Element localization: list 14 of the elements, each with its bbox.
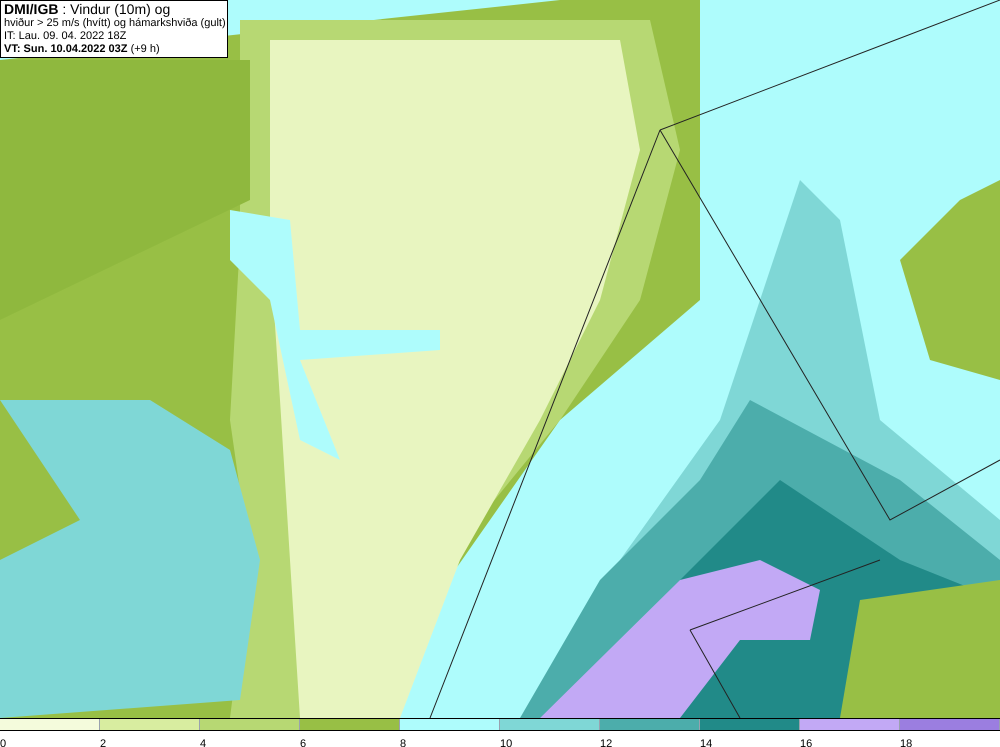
legend-label: 8 (400, 738, 406, 747)
legend-label: 4 (200, 738, 206, 747)
legend-label: 6 (300, 738, 306, 747)
info-text: hviður > 25 m/s (hvítt) og hámarkshviða (gult) (4, 17, 224, 30)
legend-label: 18 (900, 738, 912, 747)
legend-label: 10 (500, 738, 512, 747)
info-text: VT: Sun. 10.04.2022 03Z (+9 h) (4, 43, 161, 56)
legend-label: 2 (100, 738, 106, 747)
legend-label: 16 (800, 738, 812, 747)
legend-label: 0 (0, 738, 6, 747)
info-text: DMI/IGB : Vindur (10m) og (4, 2, 172, 17)
info-text: IT: Lau. 09. 04. 2022 18Z (4, 30, 128, 43)
legend-label: 14 (700, 738, 712, 747)
legend-label: 12 (600, 738, 612, 747)
